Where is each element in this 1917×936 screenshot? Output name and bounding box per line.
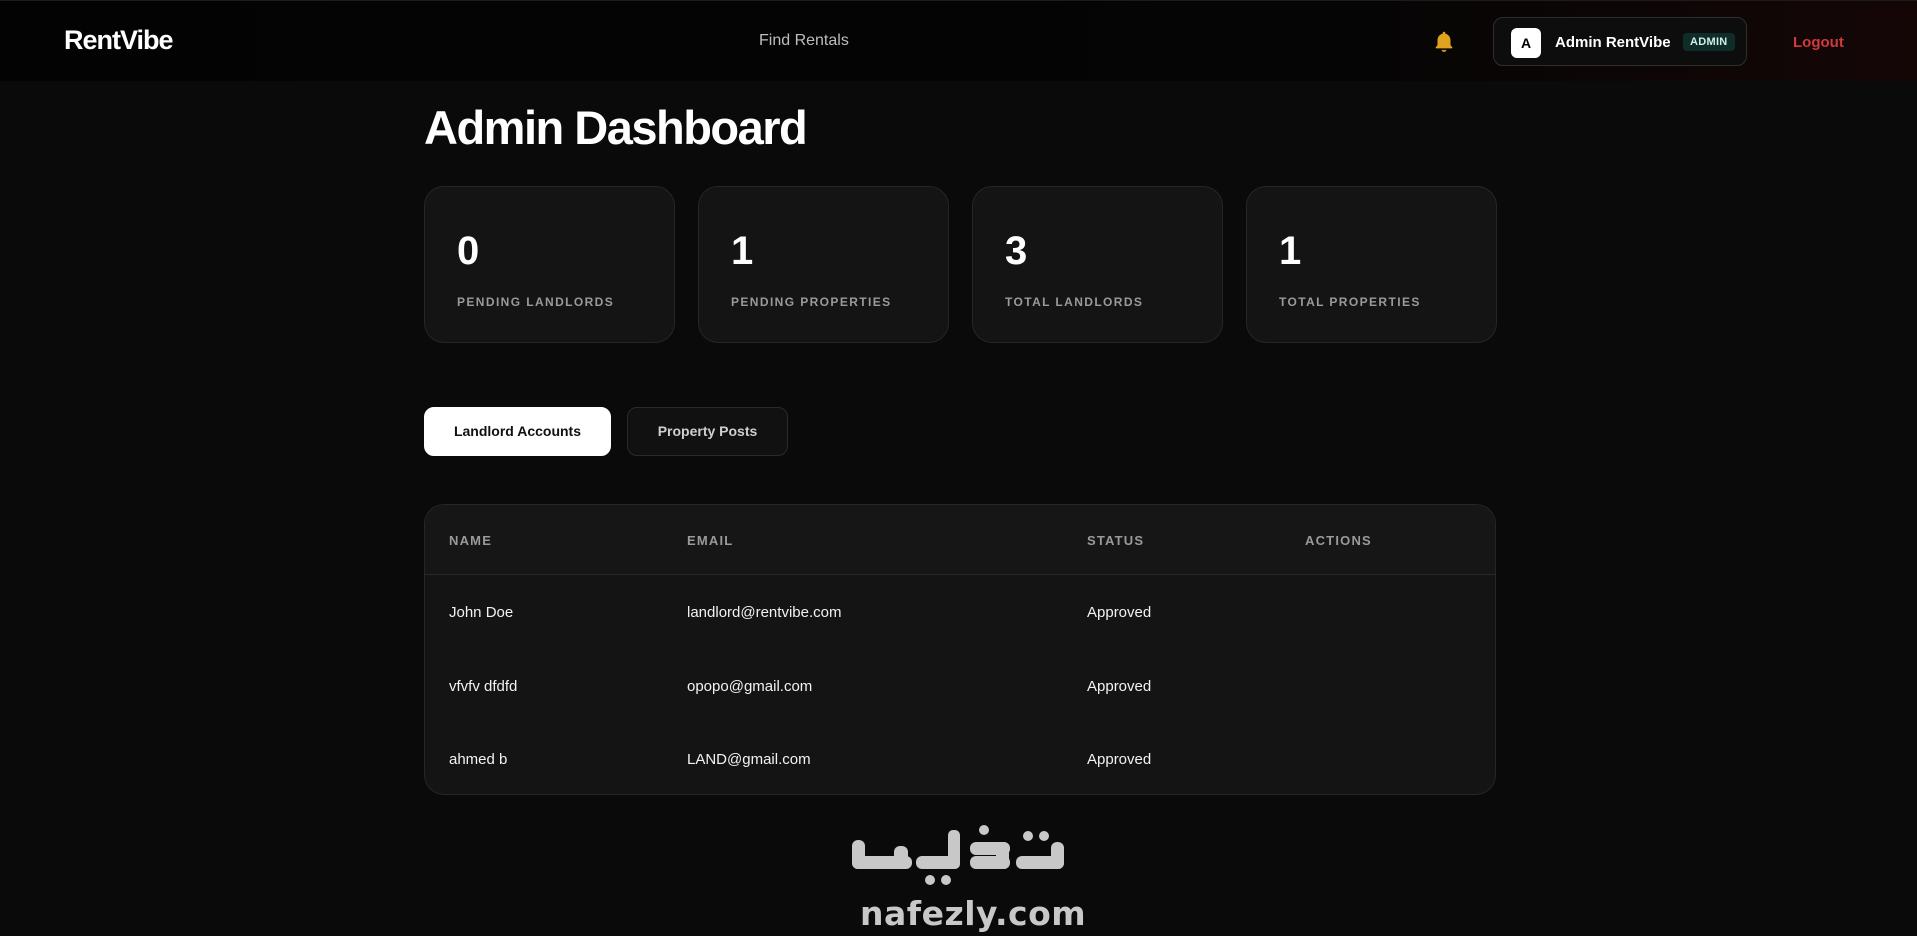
user-name: Admin RentVibe bbox=[1555, 34, 1671, 51]
logout-button[interactable]: Logout bbox=[1793, 34, 1844, 51]
stat-label: TOTAL PROPERTIES bbox=[1279, 295, 1421, 309]
table-row: ahmed b LAND@gmail.com Approved bbox=[425, 723, 1495, 794]
app-logo[interactable]: RentVibe bbox=[64, 25, 174, 56]
table-header: NAME EMAIL STATUS ACTIONS bbox=[425, 505, 1495, 575]
stat-label: TOTAL LANDLORDS bbox=[1005, 295, 1144, 309]
user-menu[interactable]: A Admin RentVibe ADMIN bbox=[1493, 17, 1747, 66]
top-navbar: RentVibe Find Rentals A Admin RentVibe A… bbox=[0, 0, 1917, 81]
landlord-accounts-table: NAME EMAIL STATUS ACTIONS John Doe landl… bbox=[424, 504, 1496, 795]
bell-icon[interactable] bbox=[1431, 29, 1457, 55]
stat-value: 3 bbox=[1005, 229, 1028, 273]
avatar: A bbox=[1511, 28, 1541, 58]
nafezly-watermark: nafezly.com bbox=[846, 822, 1086, 936]
column-header-status: STATUS bbox=[1087, 533, 1145, 548]
tab-landlord-accounts[interactable]: Landlord Accounts bbox=[424, 407, 611, 456]
nafezly-arabic-wordmark bbox=[852, 825, 1064, 885]
stat-value: 0 bbox=[457, 229, 480, 273]
table-row: vfvfv dfdfd opopo@gmail.com Approved bbox=[425, 650, 1495, 723]
stat-card-total-landlords: 3 TOTAL LANDLORDS bbox=[972, 186, 1223, 343]
cell-email: landlord@rentvibe.com bbox=[687, 604, 842, 621]
table-row: John Doe landlord@rentvibe.com Approved bbox=[425, 576, 1495, 649]
cell-email: opopo@gmail.com bbox=[687, 678, 813, 695]
nav-link-find-rentals[interactable]: Find Rentals bbox=[759, 32, 849, 50]
cell-status: Approved bbox=[1087, 751, 1152, 768]
column-header-email: EMAIL bbox=[687, 533, 734, 548]
cell-name: John Doe bbox=[449, 604, 514, 621]
cell-email: LAND@gmail.com bbox=[687, 751, 811, 768]
column-header-name: NAME bbox=[449, 533, 493, 548]
column-header-actions: ACTIONS bbox=[1305, 533, 1372, 548]
stat-value: 1 bbox=[731, 229, 754, 273]
stat-card-pending-landlords: 0 PENDING LANDLORDS bbox=[424, 186, 675, 343]
cell-status: Approved bbox=[1087, 604, 1152, 621]
stat-label: PENDING PROPERTIES bbox=[731, 295, 892, 309]
role-badge: ADMIN bbox=[1683, 33, 1735, 51]
stat-value: 1 bbox=[1279, 229, 1302, 273]
stat-card-total-properties: 1 TOTAL PROPERTIES bbox=[1246, 186, 1497, 343]
stat-label: PENDING LANDLORDS bbox=[457, 295, 615, 309]
tab-property-posts[interactable]: Property Posts bbox=[627, 407, 788, 456]
cell-status: Approved bbox=[1087, 678, 1152, 695]
stat-card-pending-properties: 1 PENDING PROPERTIES bbox=[698, 186, 949, 343]
cell-name: ahmed b bbox=[449, 751, 508, 768]
cell-name: vfvfv dfdfd bbox=[449, 678, 518, 695]
nafezly-latin-wordmark: nafezly.com bbox=[860, 894, 1087, 933]
page-title: Admin Dashboard bbox=[424, 101, 808, 154]
